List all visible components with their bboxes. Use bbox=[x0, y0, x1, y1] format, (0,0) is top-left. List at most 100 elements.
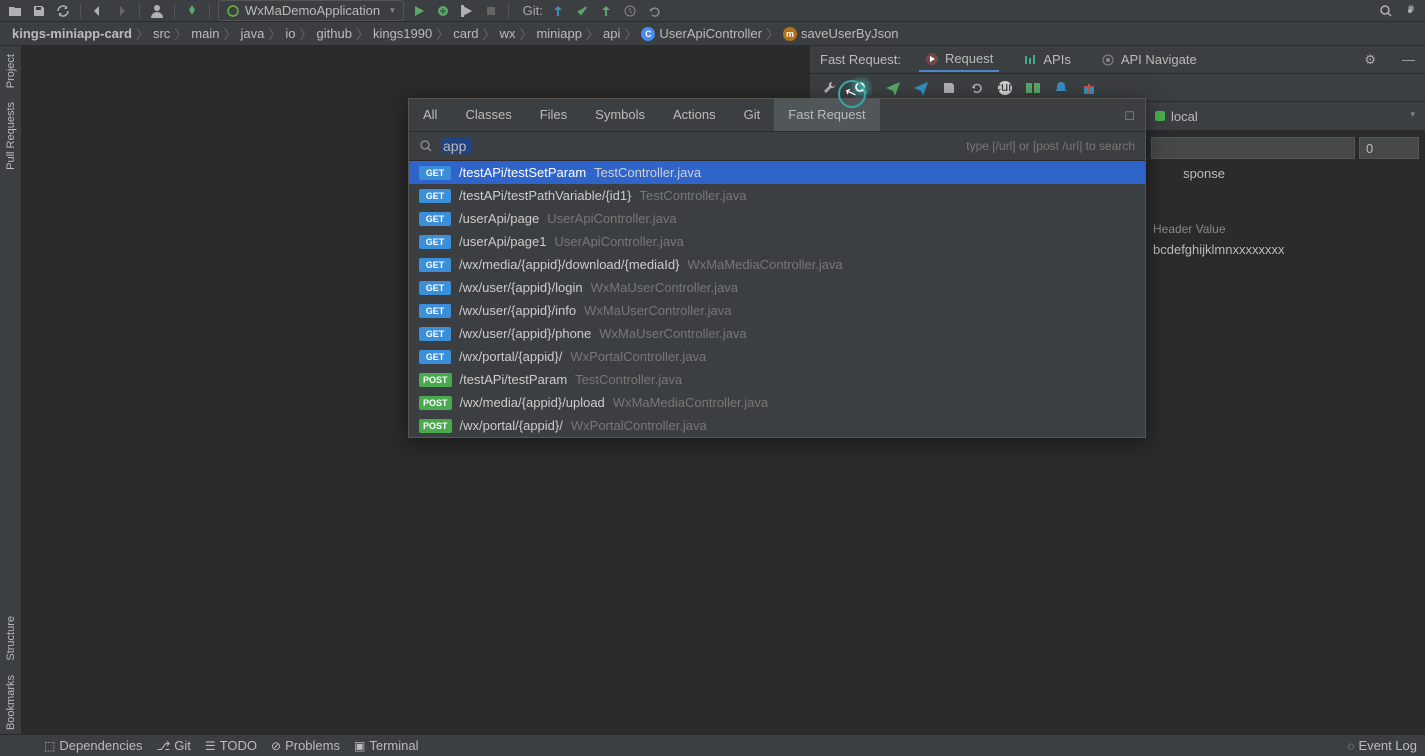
run-config-selector[interactable]: WxMaDemoApplication bbox=[218, 0, 404, 21]
se-result-file: TestController.java bbox=[575, 372, 682, 387]
fr-env-select[interactable]: local bbox=[1171, 109, 1415, 124]
fr-save-icon[interactable] bbox=[940, 79, 958, 97]
fast-request-title: Fast Request: bbox=[820, 52, 901, 67]
search-icon[interactable] bbox=[1377, 2, 1395, 20]
crumb[interactable]: miniapp bbox=[532, 26, 586, 41]
se-tab-fast-request[interactable]: Fast Request bbox=[774, 99, 879, 131]
fr-tab-navigate[interactable]: API Navigate bbox=[1095, 48, 1203, 71]
back-icon[interactable] bbox=[89, 2, 107, 20]
tool-pull-requests[interactable]: Pull Requests bbox=[5, 98, 17, 174]
git-label: Git: bbox=[523, 3, 543, 18]
se-result-row[interactable]: GET /userApi/page UserApiController.java bbox=[409, 207, 1145, 230]
git-rollback-icon[interactable] bbox=[645, 2, 663, 20]
crumb[interactable]: main bbox=[187, 26, 223, 41]
save-icon[interactable] bbox=[30, 2, 48, 20]
se-result-row[interactable]: GET /userApi/page1 UserApiController.jav… bbox=[409, 230, 1145, 253]
se-result-file: WxPortalController.java bbox=[571, 418, 707, 433]
fr-doc-icon[interactable] bbox=[1024, 79, 1042, 97]
fr-notify-icon[interactable] bbox=[1052, 79, 1070, 97]
se-search-input[interactable] bbox=[441, 138, 471, 154]
fr-curl-icon[interactable]: curl bbox=[996, 79, 1014, 97]
git-commit-icon[interactable] bbox=[573, 2, 591, 20]
se-result-row[interactable]: GET /wx/user/{appid}/info WxMaUserContro… bbox=[409, 299, 1145, 322]
status-event-log[interactable]: ◌ Event Log bbox=[1347, 738, 1417, 753]
se-tab-classes[interactable]: Classes bbox=[451, 99, 525, 131]
fr-settings-icon[interactable]: ⚙ bbox=[1364, 52, 1376, 68]
crumb[interactable]: wx bbox=[496, 26, 520, 41]
stop-icon[interactable] bbox=[482, 2, 500, 20]
se-result-path: /userApi/page1 bbox=[459, 234, 546, 249]
se-result-row[interactable]: GET /testAPi/testSetParam TestController… bbox=[409, 161, 1145, 184]
se-tab-symbols[interactable]: Symbols bbox=[581, 99, 659, 131]
sync-icon[interactable] bbox=[54, 2, 72, 20]
crumb[interactable]: card bbox=[449, 26, 482, 41]
se-pin-icon[interactable]: ◻ bbox=[1114, 99, 1145, 131]
git-history-icon[interactable] bbox=[621, 2, 639, 20]
crumb-class[interactable]: CUserApiController bbox=[637, 26, 766, 41]
se-result-row[interactable]: GET /wx/user/{appid}/login WxMaUserContr… bbox=[409, 276, 1145, 299]
settings-icon[interactable] bbox=[1401, 2, 1419, 20]
tool-project[interactable]: Project bbox=[5, 50, 17, 92]
se-result-row[interactable]: GET /wx/user/{appid}/phone WxMaUserContr… bbox=[409, 322, 1145, 345]
fr-url-input[interactable] bbox=[1151, 137, 1355, 159]
fr-header-value: bcdefghijklmnxxxxxxxx bbox=[1153, 242, 1417, 257]
search-icon bbox=[419, 139, 433, 153]
se-result-file: UserApiController.java bbox=[547, 211, 676, 226]
se-result-row[interactable]: POST /wx/media/{appid}/upload WxMaMediaC… bbox=[409, 391, 1145, 414]
request-icon bbox=[925, 52, 939, 66]
crumb[interactable]: kings1990 bbox=[369, 26, 436, 41]
coverage-icon[interactable] bbox=[458, 2, 476, 20]
fr-hide-icon[interactable]: — bbox=[1402, 52, 1415, 67]
se-tab-files[interactable]: Files bbox=[526, 99, 581, 131]
crumb[interactable]: io bbox=[281, 26, 299, 41]
fr-send-download-icon[interactable] bbox=[912, 79, 930, 97]
se-results: GET /testAPi/testSetParam TestController… bbox=[409, 161, 1145, 437]
fr-search-icon[interactable] bbox=[848, 75, 874, 101]
git-update-icon[interactable] bbox=[549, 2, 567, 20]
tool-structure[interactable]: Structure bbox=[5, 612, 17, 665]
status-problems[interactable]: ⊘ Problems bbox=[271, 738, 340, 753]
build-icon[interactable] bbox=[183, 2, 201, 20]
status-dependencies[interactable]: ⬚ Dependencies bbox=[44, 738, 142, 753]
se-result-row[interactable]: GET /wx/media/{appid}/download/{mediaId}… bbox=[409, 253, 1145, 276]
avatar-icon[interactable] bbox=[148, 2, 166, 20]
debug-icon[interactable] bbox=[434, 2, 452, 20]
crumb-root[interactable]: kings-miniapp-card bbox=[8, 26, 136, 41]
crumb-method[interactable]: msaveUserByJson bbox=[779, 26, 903, 41]
fr-tab-apis[interactable]: APIs bbox=[1017, 48, 1076, 71]
se-result-row[interactable]: GET /wx/portal/{appid}/ WxPortalControll… bbox=[409, 345, 1145, 368]
http-method-badge: POST bbox=[419, 419, 452, 433]
status-git[interactable]: ⎇ Git bbox=[156, 738, 190, 753]
crumb[interactable]: api bbox=[599, 26, 624, 41]
tool-bookmarks[interactable]: Bookmarks bbox=[5, 671, 17, 734]
se-tab-actions[interactable]: Actions bbox=[659, 99, 730, 131]
fr-tab-request[interactable]: Request bbox=[919, 47, 999, 72]
fr-gift-icon[interactable] bbox=[1080, 79, 1098, 97]
se-tabs: All Classes Files Symbols Actions Git Fa… bbox=[409, 99, 1145, 132]
fr-wrench-icon[interactable] bbox=[820, 79, 838, 97]
se-result-row[interactable]: POST /testAPi/testParam TestController.j… bbox=[409, 368, 1145, 391]
se-result-row[interactable]: GET /testAPi/testPathVariable/{id1} Test… bbox=[409, 184, 1145, 207]
fr-response-label: sponse bbox=[1183, 166, 1225, 181]
crumb[interactable]: java bbox=[237, 26, 269, 41]
se-result-path: /wx/user/{appid}/info bbox=[459, 303, 576, 318]
svg-text:curl: curl bbox=[997, 80, 1013, 94]
se-result-file: TestController.java bbox=[639, 188, 746, 203]
se-tab-all[interactable]: All bbox=[409, 99, 451, 131]
run-icon[interactable] bbox=[410, 2, 428, 20]
se-result-row[interactable]: POST /wx/portal/{appid}/ WxPortalControl… bbox=[409, 414, 1145, 437]
git-push-icon[interactable] bbox=[597, 2, 615, 20]
crumb[interactable]: github bbox=[313, 26, 356, 41]
status-terminal[interactable]: ▣ Terminal bbox=[354, 738, 418, 753]
fr-retry-icon[interactable] bbox=[968, 79, 986, 97]
http-method-badge: GET bbox=[419, 235, 451, 249]
navigate-icon bbox=[1101, 53, 1115, 67]
status-todo[interactable]: ☰ TODO bbox=[205, 738, 257, 753]
fr-send-icon[interactable] bbox=[884, 79, 902, 97]
se-tab-git[interactable]: Git bbox=[730, 99, 775, 131]
crumb[interactable]: src bbox=[149, 26, 174, 41]
se-hint: type [/url] or [post /url] to search bbox=[966, 139, 1135, 153]
fr-number-input[interactable] bbox=[1359, 137, 1419, 159]
forward-icon[interactable] bbox=[113, 2, 131, 20]
open-icon[interactable] bbox=[6, 2, 24, 20]
